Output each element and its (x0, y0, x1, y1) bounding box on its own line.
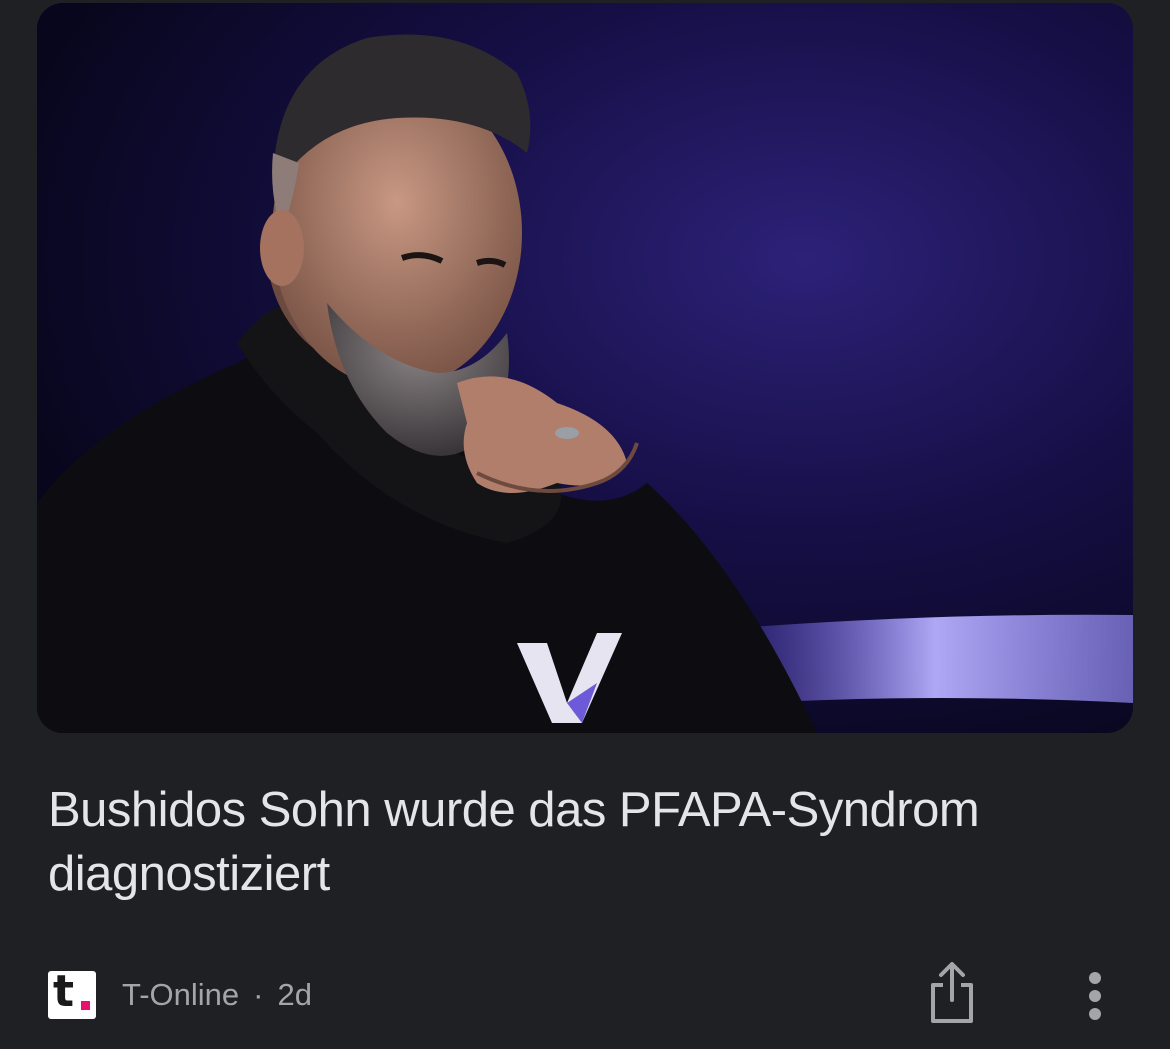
article-headline[interactable]: Bushidos Sohn wurde das PFAPA-Syndrom di… (48, 778, 1108, 906)
more-vertical-icon (1089, 972, 1101, 1020)
article-image[interactable] (37, 3, 1133, 733)
publisher-name[interactable]: T-Online (122, 977, 239, 1013)
publisher-logo: t (48, 971, 96, 1019)
publisher-logo-letter: t (53, 971, 75, 1017)
share-icon (931, 962, 973, 1023)
article-meta: t T-Online · 2d (48, 970, 312, 1020)
share-button[interactable] (926, 960, 978, 1026)
more-options-button[interactable] (1078, 968, 1112, 1024)
meta-separator: · (253, 977, 264, 1012)
publisher-logo-dot (81, 1001, 90, 1010)
article-age: 2d (277, 977, 312, 1012)
news-card[interactable]: Bushidos Sohn wurde das PFAPA-Syndrom di… (0, 0, 1170, 1049)
article-photo (37, 3, 1133, 733)
